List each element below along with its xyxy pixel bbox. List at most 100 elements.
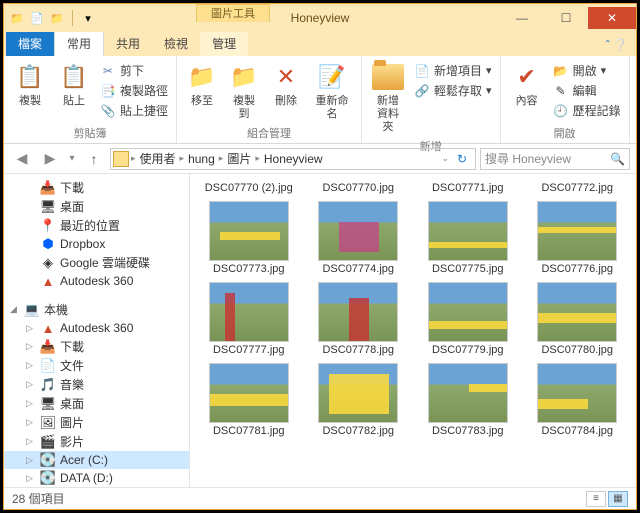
maximize-button[interactable]: ☐ <box>544 7 588 29</box>
ribbon-group-clipboard: 📋複製 📋貼上 ✂剪下 📑複製路徑 📎貼上捷徑 剪貼簿 <box>4 56 177 143</box>
cut-button[interactable]: ✂剪下 <box>98 61 170 80</box>
recent-dropdown-icon[interactable]: ▾ <box>66 147 78 171</box>
titlebar[interactable]: 📁 📄 📁 ▾ 圖片工具 Honeyview — ☐ ✕ <box>4 4 636 32</box>
tree-videos[interactable]: ▷🎬影片 <box>4 432 189 451</box>
new-folder-button[interactable]: 新增 資料夾 <box>368 59 408 136</box>
tree-dropbox[interactable]: ⬢Dropbox <box>4 235 189 253</box>
rename-button[interactable]: 📝重新命名 <box>309 59 355 123</box>
file-item[interactable]: DSC07776.jpg <box>525 201 631 276</box>
tree-gdrive[interactable]: ◈Google 雲端硬碟 <box>4 253 189 272</box>
refresh-icon[interactable]: ↻ <box>451 152 473 166</box>
file-item[interactable]: DSC07779.jpg <box>415 282 521 357</box>
file-item[interactable]: DSC07777.jpg <box>196 282 302 357</box>
tab-share[interactable]: 共用 <box>104 31 152 56</box>
tree-recent[interactable]: 📍最近的位置 <box>4 216 189 235</box>
expand-icon[interactable]: ▷ <box>26 417 36 428</box>
expand-icon[interactable]: ▷ <box>26 436 36 447</box>
crumb[interactable]: hung <box>186 152 217 166</box>
new-folder-icon[interactable]: 📁 <box>48 9 66 27</box>
file-item[interactable]: DSC07783.jpg <box>415 363 521 438</box>
expand-icon[interactable]: ▷ <box>26 398 36 409</box>
history-button[interactable]: 🕘歷程記錄 <box>551 101 623 120</box>
select-all-button[interactable]: ▦全選 <box>636 61 640 80</box>
edit-button[interactable]: ✎編輯 <box>551 81 623 100</box>
tree-downloads-2[interactable]: ▷📥下載 <box>4 337 189 356</box>
file-item[interactable]: DSC07780.jpg <box>525 282 631 357</box>
file-item[interactable]: DSC07771.jpg <box>415 180 521 195</box>
file-name: DSC07774.jpg <box>322 263 394 276</box>
easy-access-button[interactable]: 🔗輕鬆存取 ▾ <box>412 81 494 100</box>
file-item[interactable]: DSC07770 (2).jpg <box>196 180 302 195</box>
properties-button[interactable]: ✔內容 <box>507 59 547 123</box>
invert-selection-button[interactable]: ◧反向選擇 <box>636 101 640 120</box>
expand-icon[interactable]: ◢ <box>10 304 20 315</box>
up-button[interactable]: ↑ <box>82 147 106 171</box>
forward-button[interactable]: ▶ <box>38 147 62 171</box>
expand-icon[interactable]: ▷ <box>26 455 36 466</box>
file-name: DSC07780.jpg <box>541 344 613 357</box>
file-item[interactable]: DSC07774.jpg <box>306 201 412 276</box>
tree-music[interactable]: ▷🎵音樂 <box>4 375 189 394</box>
tree-pictures[interactable]: ▷🖼圖片 <box>4 413 189 432</box>
file-item[interactable]: DSC07784.jpg <box>525 363 631 438</box>
crumb[interactable]: Honeyview <box>262 152 325 166</box>
tab-home[interactable]: 常用 <box>54 30 104 56</box>
file-item[interactable]: DSC07775.jpg <box>415 201 521 276</box>
tree-desktop[interactable]: 🖥桌面 <box>4 197 189 216</box>
expand-icon[interactable]: ▷ <box>26 323 36 334</box>
folder-icon[interactable]: 📁 <box>8 9 26 27</box>
tab-view[interactable]: 檢視 <box>152 31 200 56</box>
qat-dropdown-icon[interactable]: ▾ <box>79 9 97 27</box>
ribbon-help-icon[interactable]: ˆ ❔ <box>598 34 636 56</box>
tree-downloads[interactable]: 📥下載 <box>4 178 189 197</box>
tree-autodesk-2[interactable]: ▷▲Autodesk 360 <box>4 319 189 337</box>
tree-autodesk[interactable]: ▲Autodesk 360 <box>4 272 189 290</box>
chevron-down-icon[interactable]: ⌄ <box>441 153 449 164</box>
expand-icon[interactable]: ▷ <box>26 473 36 484</box>
expand-icon[interactable]: ▷ <box>26 341 36 352</box>
paste-shortcut-button[interactable]: 📎貼上捷徑 <box>98 101 170 120</box>
address-bar: ◀ ▶ ▾ ↑ ▸ 使用者▸ hung▸ 圖片▸ Honeyview ⌄ ↻ 搜… <box>4 144 636 174</box>
window-controls: — ☐ ✕ <box>500 7 636 29</box>
copy-button[interactable]: 📋複製 <box>10 59 50 123</box>
paste-button[interactable]: 📋貼上 <box>54 59 94 123</box>
details-view-button[interactable]: ≡ <box>586 491 606 507</box>
file-item[interactable]: DSC07772.jpg <box>525 180 631 195</box>
tree-desktop-2[interactable]: ▷🖥桌面 <box>4 394 189 413</box>
crumb[interactable]: 使用者 <box>138 150 178 167</box>
copy-to-button[interactable]: 📁複製到 <box>225 59 263 123</box>
separator <box>72 10 73 26</box>
tree-documents[interactable]: ▷📄文件 <box>4 356 189 375</box>
crumb[interactable]: 圖片 <box>225 150 253 167</box>
tree-acer-c[interactable]: ▷💽Acer (C:) <box>4 451 189 469</box>
new-item-button[interactable]: 📄新增項目 ▾ <box>412 61 494 80</box>
delete-button[interactable]: ✕刪除 <box>267 59 305 123</box>
navigation-tree[interactable]: 📥下載 🖥桌面 📍最近的位置 ⬢Dropbox ◈Google 雲端硬碟 ▲Au… <box>4 174 190 487</box>
expand-icon[interactable]: ▷ <box>26 360 36 371</box>
tab-manage[interactable]: 管理 <box>200 31 248 56</box>
thumbnail <box>428 363 508 423</box>
copy-path-button[interactable]: 📑複製路徑 <box>98 81 170 100</box>
quick-access-toolbar: 📁 📄 📁 ▾ <box>4 7 101 29</box>
file-item[interactable]: DSC07781.jpg <box>196 363 302 438</box>
tab-file[interactable]: 檔案 <box>6 31 54 56</box>
open-button[interactable]: 📂開啟 ▾ <box>551 61 623 80</box>
file-item[interactable]: DSC07778.jpg <box>306 282 412 357</box>
search-input[interactable]: 搜尋 Honeyview 🔍 <box>480 148 630 170</box>
back-button[interactable]: ◀ <box>10 147 34 171</box>
breadcrumb[interactable]: ▸ 使用者▸ hung▸ 圖片▸ Honeyview ⌄ ↻ <box>110 148 476 170</box>
tree-data-d[interactable]: ▷💽DATA (D:) <box>4 469 189 487</box>
file-item[interactable]: DSC07770.jpg <box>306 180 412 195</box>
tree-this-pc[interactable]: ◢💻本機 <box>4 300 189 319</box>
file-name: DSC07773.jpg <box>213 263 285 276</box>
expand-icon[interactable]: ▷ <box>26 379 36 390</box>
properties-icon[interactable]: 📄 <box>28 9 46 27</box>
thumbnails-view-button[interactable]: ▦ <box>608 491 628 507</box>
file-item[interactable]: DSC07782.jpg <box>306 363 412 438</box>
select-none-button[interactable]: ▢全部不選 <box>636 81 640 100</box>
file-grid[interactable]: DSC07770 (2).jpg DSC07770.jpgDSC07771.jpg… <box>190 174 636 487</box>
minimize-button[interactable]: — <box>500 7 544 29</box>
move-to-button[interactable]: 📁移至 <box>183 59 221 123</box>
close-button[interactable]: ✕ <box>588 7 636 29</box>
file-item[interactable]: DSC07773.jpg <box>196 201 302 276</box>
